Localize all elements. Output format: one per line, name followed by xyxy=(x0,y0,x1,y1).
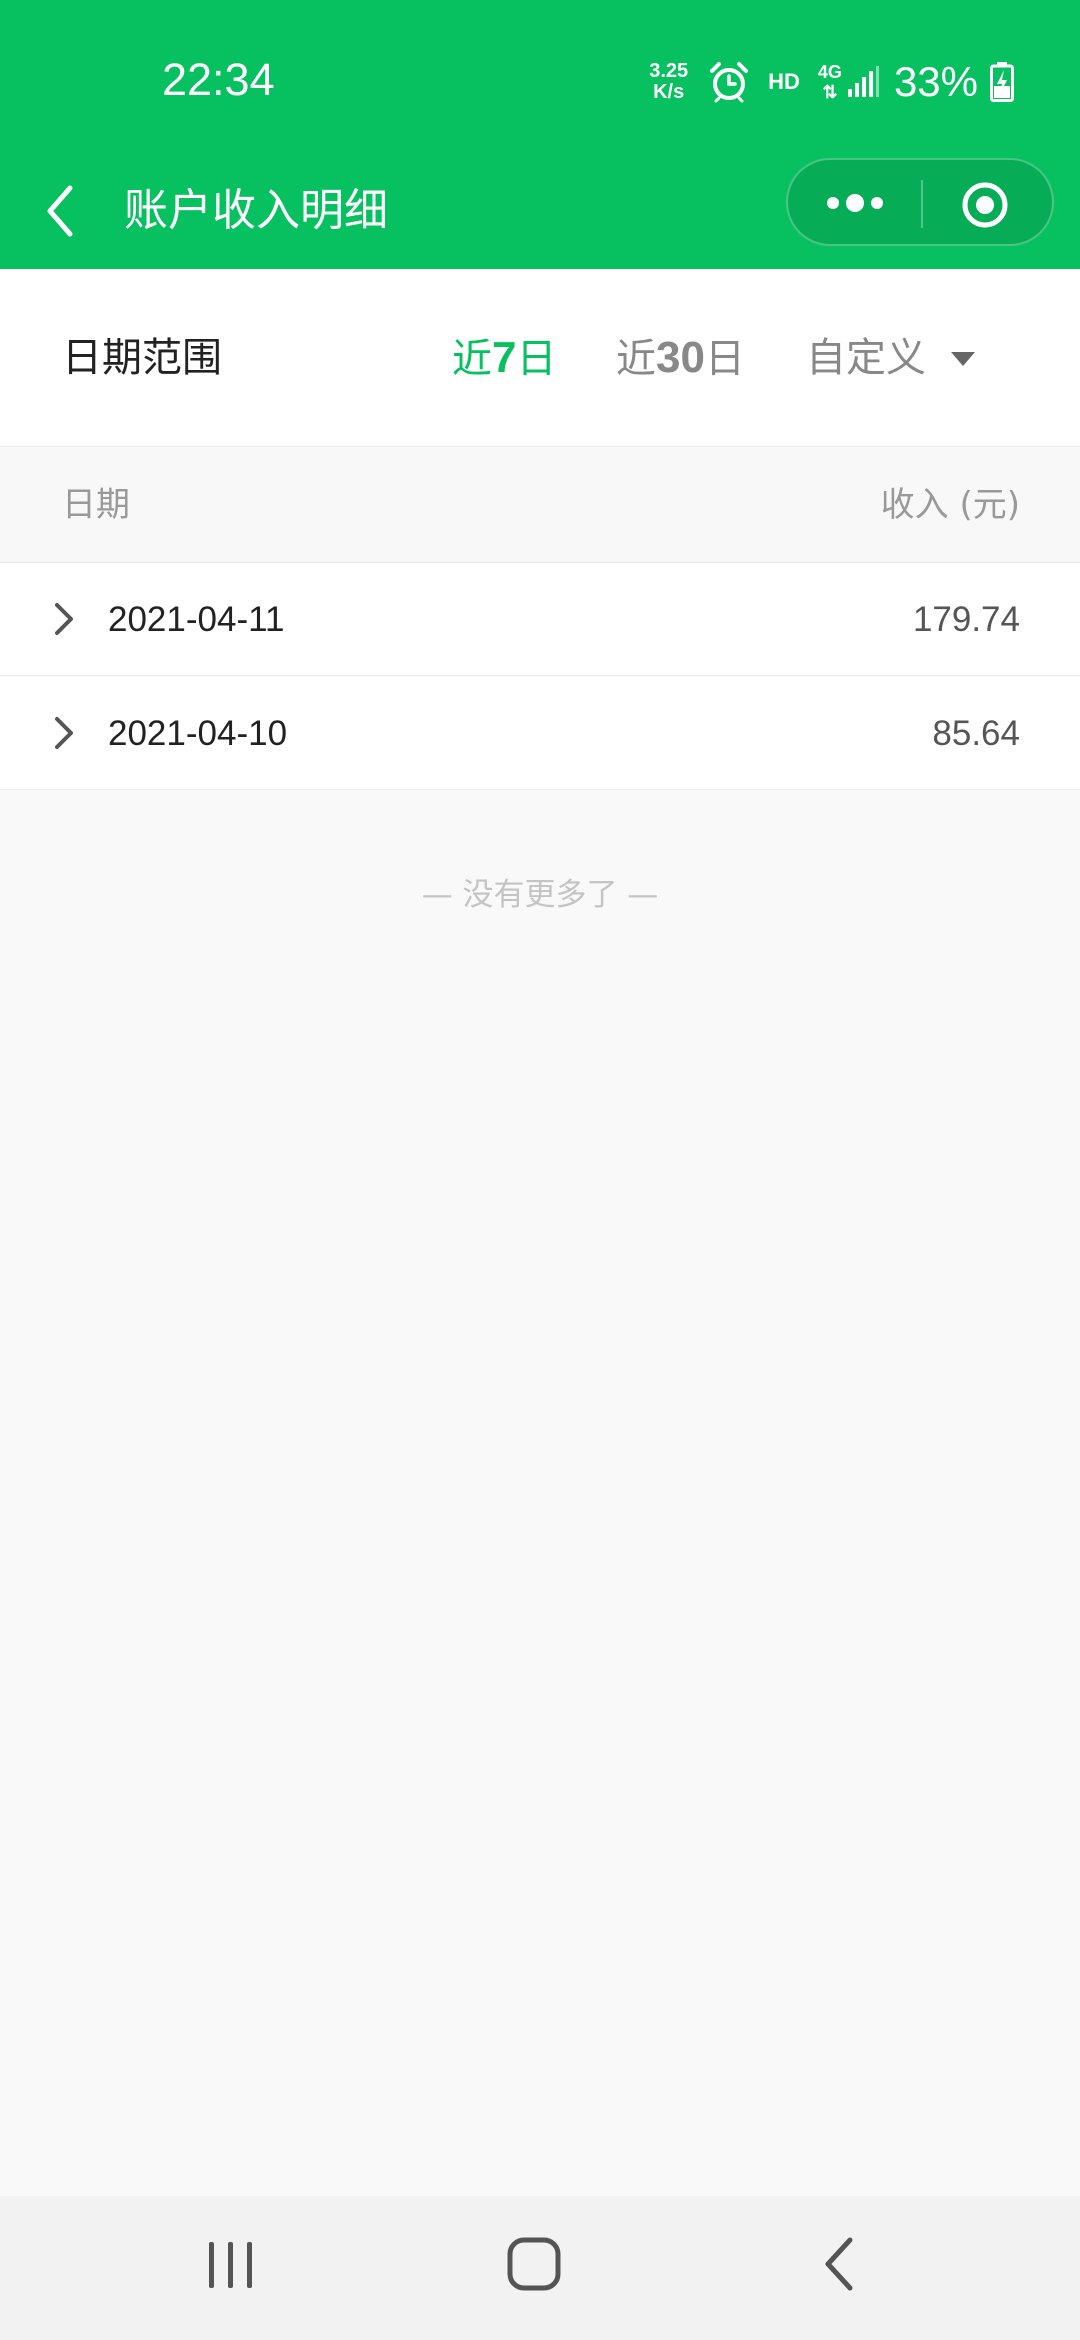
table-header: 日期 收入 (元) xyxy=(0,447,1080,563)
net-type: 4G ⇅ xyxy=(818,62,842,102)
row-date: 2021-04-10 xyxy=(108,714,288,753)
status-time: 22:34 xyxy=(162,54,275,105)
range-30-prefix: 近 xyxy=(616,336,656,382)
range-7-number: 7 xyxy=(492,333,517,382)
net-type-label: 4G xyxy=(817,62,842,82)
column-header-income: 收入 (元) xyxy=(880,485,1020,525)
row-amount: 179.74 xyxy=(912,600,1020,639)
range-7-suffix: 日 xyxy=(516,336,557,382)
nav-back-icon[interactable] xyxy=(820,2236,856,2292)
net-speed-unit: K/s xyxy=(653,81,685,103)
range-30-suffix: 日 xyxy=(704,336,745,382)
capsule-divider xyxy=(921,180,923,228)
battery-charging-icon xyxy=(990,62,1014,102)
home-icon[interactable] xyxy=(506,2236,562,2292)
net-speed-value: 3.25 xyxy=(649,60,689,82)
chevron-right-icon xyxy=(55,717,73,749)
signal-icon xyxy=(847,66,879,97)
column-header-date: 日期 xyxy=(62,485,130,525)
range-custom-option[interactable]: 自定义 xyxy=(806,269,926,447)
net-speed: 3.25 K/s xyxy=(649,61,688,103)
recent-apps-icon[interactable] xyxy=(206,2238,256,2292)
caret-down-icon[interactable] xyxy=(950,351,976,367)
row-date: 2021-04-11 xyxy=(108,600,285,639)
range-30-number: 30 xyxy=(656,333,705,382)
range-30-days-option[interactable]: 近30日 xyxy=(616,269,745,447)
range-7-days-option[interactable]: 近7日 xyxy=(452,269,556,447)
chevron-right-icon xyxy=(55,603,73,635)
table-row[interactable]: 2021-04-11 179.74 xyxy=(0,563,1080,676)
status-indicators: 3.25 K/s HD 4G ⇅ 33% xyxy=(649,52,1014,112)
page-title: 账户收入明细 xyxy=(124,185,388,236)
range-7-prefix: 近 xyxy=(452,336,492,382)
status-bar: 22:34 3.25 K/s HD 4G ⇅ 33% xyxy=(0,0,1080,158)
row-amount: 85.64 xyxy=(932,714,1020,753)
system-nav-bar xyxy=(0,2196,1080,2340)
filter-label: 日期范围 xyxy=(62,335,222,381)
data-arrows-icon: ⇅ xyxy=(822,82,838,102)
capsule-menu xyxy=(786,158,1054,246)
header: 账户收入明细 xyxy=(0,158,1080,269)
no-more-footer: — 没有更多了 — xyxy=(421,877,659,913)
hd-label: HD xyxy=(768,69,800,94)
table-row[interactable]: 2021-04-10 85.64 xyxy=(0,677,1080,790)
battery-percent: 33% xyxy=(893,58,978,105)
date-range-filter: 日期范围 近7日 近30日 自定义 xyxy=(0,269,1080,447)
alarm-icon xyxy=(710,62,749,103)
target-icon[interactable] xyxy=(960,180,1010,230)
back-icon[interactable] xyxy=(40,176,80,246)
more-icon[interactable] xyxy=(824,188,886,218)
